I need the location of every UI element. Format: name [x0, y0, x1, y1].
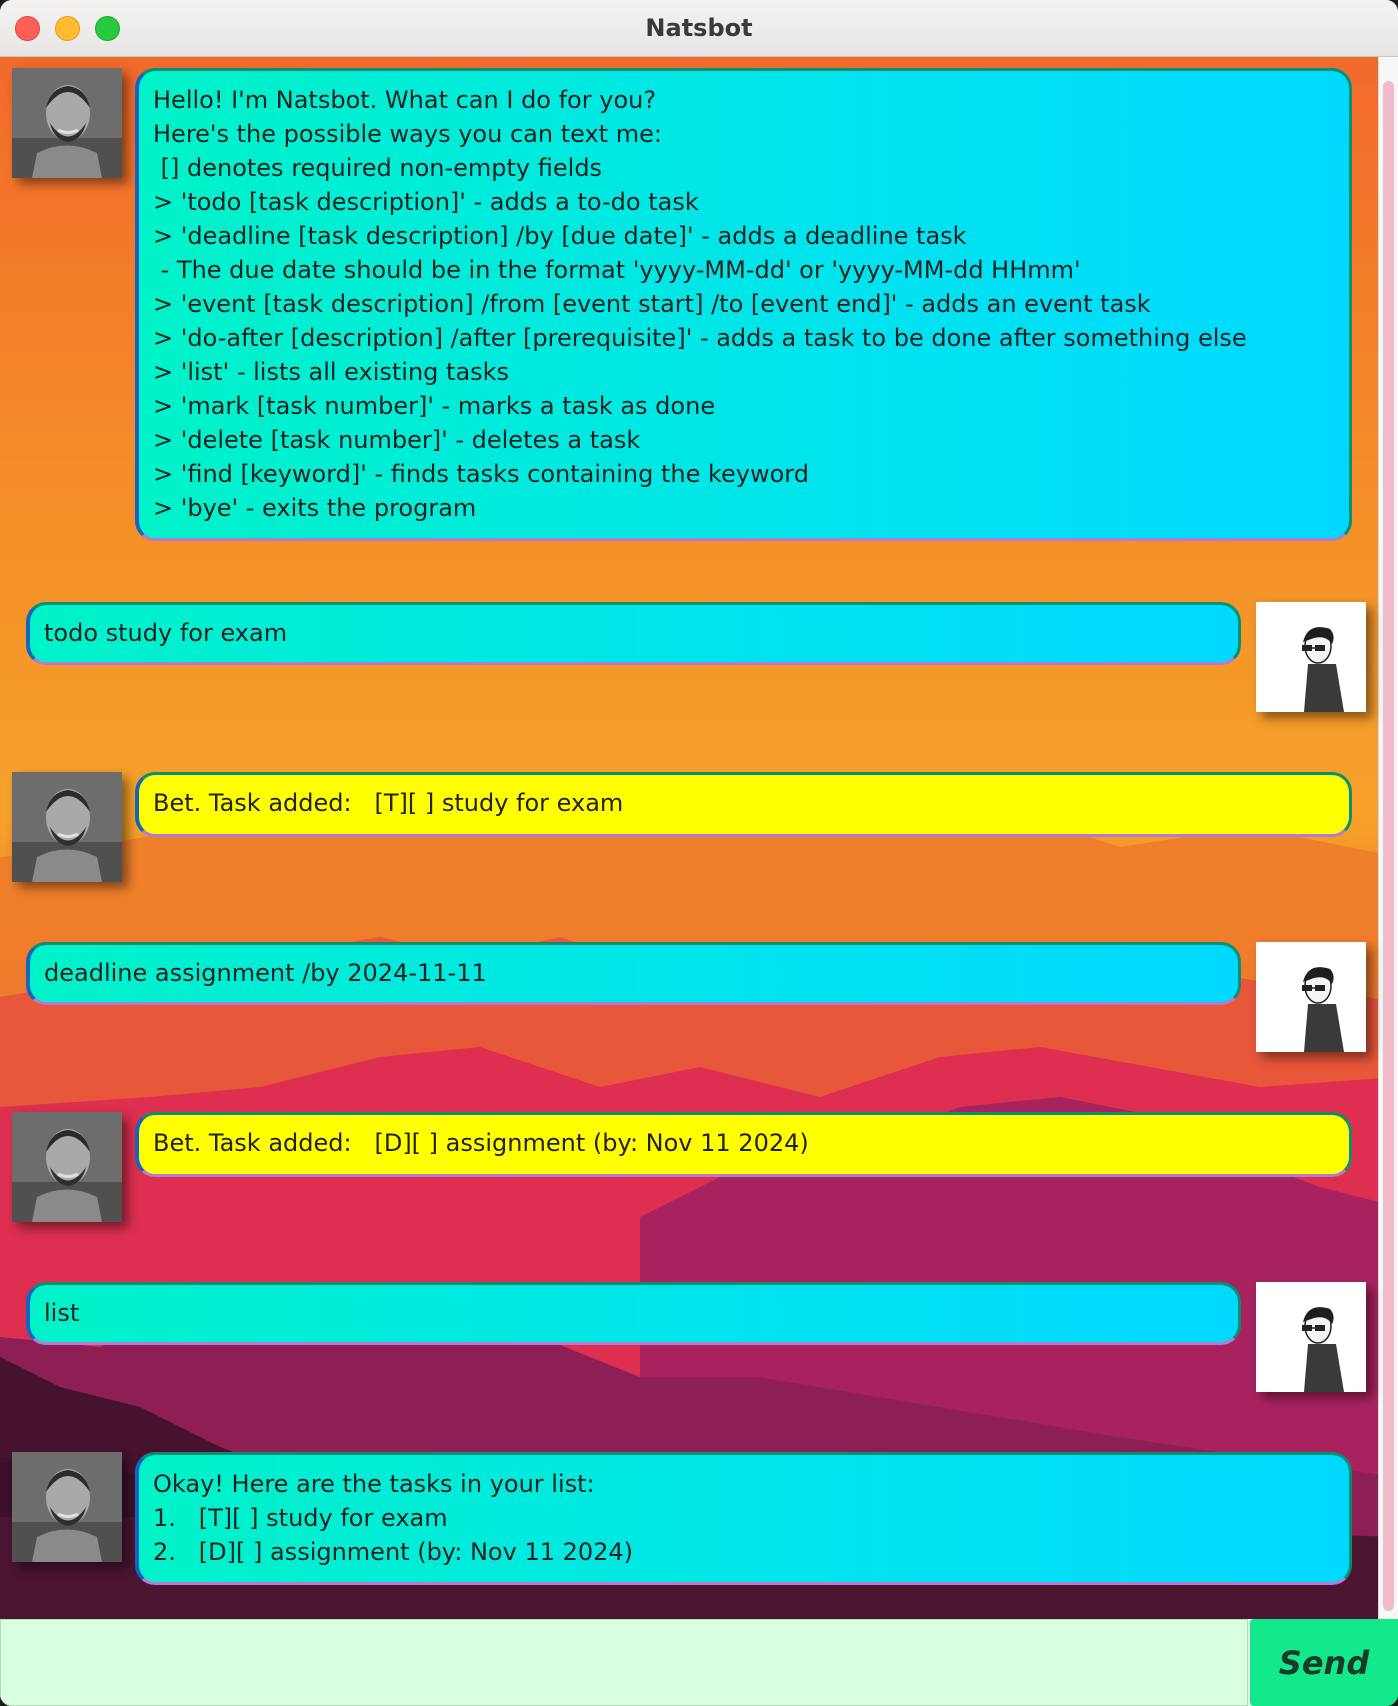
message-line: > 'delete [task number]' - deletes a tas… [153, 426, 641, 454]
window-title: Natsbot [645, 14, 753, 42]
bot-message-bubble: Hello! I'm Natsbot. What can I do for yo… [135, 68, 1352, 541]
message-text: list [44, 1299, 80, 1327]
message-text: Bet. Task added: [T][ ] study for exam [153, 789, 624, 817]
user-avatar-icon [1256, 602, 1366, 712]
send-button[interactable]: Send [1250, 1619, 1398, 1706]
message-line: Hello! I'm Natsbot. What can I do for yo… [153, 86, 657, 114]
bot-avatar-icon [12, 1452, 122, 1562]
bot-message-bubble: Bet. Task added: [D][ ] assignment (by: … [135, 1112, 1352, 1177]
message-text: deadline assignment /by 2024-11-11 [44, 959, 487, 987]
bot-avatar-icon [12, 1112, 122, 1222]
message-line: > 'bye' - exits the program [153, 494, 477, 522]
bot-avatar-icon [12, 772, 122, 882]
message-text: Bet. Task added: [D][ ] assignment (by: … [153, 1129, 809, 1157]
message-line: > 'event [task description] /from [event… [153, 290, 1151, 318]
bot-avatar-icon [12, 68, 122, 178]
app-window: Natsbot Hello! I'm Natsbot. What can I d… [0, 0, 1398, 1706]
user-message-bubble: list [26, 1282, 1241, 1345]
message-line: > 'deadline [task description] /by [due … [153, 222, 967, 250]
bot-message-bubble: Okay! Here are the tasks in your list: 1… [135, 1452, 1352, 1585]
bot-message-bubble: Bet. Task added: [T][ ] study for exam [135, 772, 1352, 837]
message-line: > 'mark [task number]' - marks a task as… [153, 392, 716, 420]
title-bar: Natsbot [0, 0, 1398, 57]
scrollbar-thumb[interactable] [1383, 81, 1394, 1611]
message-input[interactable] [0, 1619, 1248, 1706]
user-message-bubble: deadline assignment /by 2024-11-11 [26, 942, 1241, 1005]
message-line: > 'do-after [description] /after [prereq… [153, 324, 1247, 352]
message-line: > 'find [keyword]' - finds tasks contain… [153, 460, 809, 488]
message-line: - The due date should be in the format '… [153, 256, 1081, 284]
message-line: > 'todo [task description]' - adds a to-… [153, 188, 699, 216]
message-line: 1. [T][ ] study for exam [153, 1504, 448, 1532]
message-line: 2. [D][ ] assignment (by: Nov 11 2024) [153, 1538, 634, 1566]
chat-scrollbar[interactable] [1378, 57, 1398, 1619]
user-avatar-icon [1256, 942, 1366, 1052]
message-text: todo study for exam [44, 619, 288, 647]
message-line: > 'list' - lists all existing tasks [153, 358, 510, 386]
message-line: [] denotes required non-empty fields [153, 154, 603, 182]
user-avatar-icon [1256, 1282, 1366, 1392]
user-message-bubble: todo study for exam [26, 602, 1241, 665]
message-line: Here's the possible ways you can text me… [153, 120, 662, 148]
message-line: Okay! Here are the tasks in your list: [153, 1470, 595, 1498]
